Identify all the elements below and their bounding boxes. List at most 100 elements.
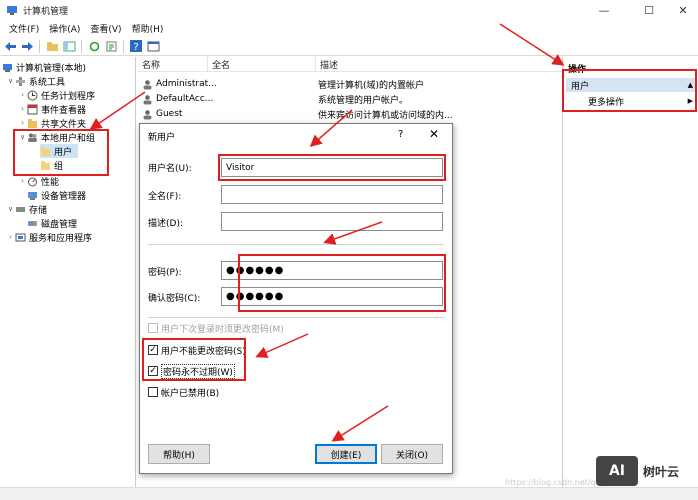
dialog-divider — [148, 317, 444, 318]
toolbar-separator — [39, 39, 40, 53]
navigation-tree: 计算机管理(本地) ∨ 系统工具 › 任务计划程序 › 事件查看器 › 共享文件… — [0, 57, 136, 487]
tree-item-event-viewer[interactable]: › 事件查看器 — [18, 102, 86, 116]
svg-text:?: ? — [133, 42, 138, 52]
forward-arrow-icon[interactable] — [20, 39, 34, 53]
submenu-arrow-icon: ▶ — [687, 97, 693, 105]
create-button[interactable]: 创建(E) — [315, 444, 377, 464]
help-button[interactable]: 帮助(H) — [148, 444, 210, 464]
password-input[interactable]: ●●●●●● — [221, 261, 443, 280]
help-icon[interactable]: ? — [129, 39, 143, 53]
tools-icon — [15, 76, 26, 87]
folder-icon — [40, 160, 51, 171]
cannot-change-password-checkbox[interactable]: ✓ 用户不能更改密码(S) — [148, 343, 246, 357]
expand-chevron-icon[interactable]: › — [18, 177, 27, 185]
tree-item-computer-management[interactable]: 计算机管理(本地) — [2, 60, 86, 74]
expand-chevron-icon[interactable]: › — [6, 233, 15, 241]
tree-item-task-scheduler[interactable]: › 任务计划程序 — [18, 88, 95, 102]
back-arrow-icon[interactable] — [3, 39, 17, 53]
actions-header: 操作 — [568, 64, 587, 75]
list-item-user[interactable]: DefaultAcc... 系统管理的用户帐户。 — [138, 92, 408, 106]
tree-item-services-apps[interactable]: › 服务和应用程序 — [6, 230, 92, 244]
column-name[interactable]: 名称 — [138, 57, 208, 72]
tree-item-disk-management[interactable]: 磁盘管理 — [27, 216, 77, 230]
confirm-password-input[interactable]: ●●●●●● — [221, 287, 443, 306]
tree-item-storage[interactable]: ∨ 存储 — [6, 202, 47, 216]
column-full-name[interactable]: 全名 — [208, 57, 316, 72]
clock-icon — [27, 90, 38, 101]
storage-icon — [15, 204, 26, 215]
collapse-chevron-icon[interactable]: ∨ — [6, 205, 15, 213]
services-icon — [15, 232, 26, 243]
fullname-input[interactable] — [221, 185, 443, 204]
status-bar — [0, 487, 698, 500]
toolbar: ? — [0, 37, 698, 56]
username-label: 用户名(U): — [148, 163, 192, 174]
up-folder-icon[interactable] — [45, 39, 59, 53]
properties-view-icon[interactable] — [146, 39, 160, 53]
checkmark-icon[interactable]: ✓ — [148, 366, 158, 376]
computer-management-icon — [7, 6, 17, 15]
toolbar-separator — [81, 39, 82, 53]
folder-icon — [40, 146, 51, 157]
checkmark-icon[interactable]: ✓ — [148, 345, 158, 355]
ai-logo-icon: AI — [596, 456, 638, 486]
must-change-password-checkbox[interactable]: 用户下次登录时须更改密码(M) — [148, 321, 284, 335]
fullname-label: 全名(F): — [148, 191, 182, 202]
tree-item-shared-folders[interactable]: › 共享文件夹 — [18, 116, 86, 130]
tree-item-performance[interactable]: › 性能 — [18, 174, 59, 188]
user-icon — [142, 94, 153, 105]
collapse-chevron-icon[interactable]: ∨ — [6, 77, 15, 85]
window-title: 计算机管理 — [23, 6, 69, 17]
username-input[interactable]: Visitor — [221, 158, 443, 177]
dialog-title: 新用户 — [148, 133, 176, 143]
event-viewer-icon — [27, 104, 38, 115]
account-disabled-checkbox[interactable]: 帐户已禁用(B) — [148, 385, 219, 399]
dialog-close-icon[interactable]: ✕ — [429, 127, 439, 141]
refresh-icon[interactable] — [87, 39, 101, 53]
dialog-divider — [148, 244, 444, 245]
user-icon — [142, 79, 153, 90]
checkbox-unchecked-icon[interactable] — [148, 323, 158, 333]
show-hide-tree-icon[interactable] — [62, 39, 76, 53]
expand-chevron-icon[interactable]: › — [18, 119, 27, 127]
list-item-user[interactable]: Administrat... 管理计算机(域)的内置帐户 — [138, 77, 424, 91]
tree-item-system-tools[interactable]: ∨ 系统工具 — [6, 74, 65, 88]
dialog-help-icon[interactable]: ? — [398, 129, 403, 140]
maximize-button[interactable]: ☐ — [634, 0, 664, 20]
watermark-text: 树叶云 — [643, 464, 680, 479]
password-never-expires-checkbox[interactable]: ✓ 密码永不过期(W) — [148, 363, 235, 379]
password-label: 密码(P): — [148, 267, 182, 278]
tree-item-groups[interactable]: 组 — [40, 158, 63, 172]
menu-help[interactable]: 帮助(H) — [127, 22, 169, 35]
minimize-button[interactable]: — — [589, 0, 619, 20]
list-header: 名称 全名 描述 — [138, 57, 562, 72]
tree-item-device-manager[interactable]: 设备管理器 — [27, 188, 86, 202]
collapse-chevron-icon[interactable]: ∨ — [18, 133, 27, 141]
user-icon — [142, 109, 153, 120]
disk-icon — [27, 218, 38, 229]
menu-view[interactable]: 查看(V) — [85, 22, 126, 35]
export-list-icon[interactable] — [104, 39, 118, 53]
more-actions-item[interactable]: 更多操作 ▶ — [566, 94, 697, 108]
watermark-logo: AI 树叶云 — [596, 452, 694, 490]
list-item-user[interactable]: Guest 供来宾访问计算机或访问域的内... — [138, 107, 453, 121]
new-user-dialog: 新用户 ? ✕ 用户名(U): Visitor 全名(F): 描述(D): 密码… — [139, 123, 453, 474]
toolbar-separator — [123, 39, 124, 53]
confirm-password-label: 确认密码(C): — [148, 293, 201, 304]
description-input[interactable] — [221, 212, 443, 231]
actions-section-users[interactable]: 用户 ▲ — [566, 78, 697, 92]
device-manager-icon — [27, 190, 38, 201]
expand-chevron-icon[interactable]: › — [18, 91, 27, 99]
column-description[interactable]: 描述 — [316, 57, 562, 72]
performance-icon — [27, 176, 38, 187]
checkbox-unchecked-icon[interactable] — [148, 387, 158, 397]
close-dialog-button[interactable]: 关闭(O) — [381, 444, 443, 464]
expand-chevron-icon[interactable]: › — [18, 105, 27, 113]
close-window-button[interactable]: ✕ — [668, 0, 698, 20]
tree-item-local-users-groups[interactable]: ∨ 本地用户和组 — [18, 130, 95, 144]
collapse-triangle-icon[interactable]: ▲ — [688, 81, 693, 89]
menu-file[interactable]: 文件(F) — [4, 22, 44, 35]
menu-action[interactable]: 操作(A) — [44, 22, 85, 35]
tree-item-users[interactable]: 用户 — [40, 144, 78, 158]
computer-management-icon — [2, 62, 13, 73]
